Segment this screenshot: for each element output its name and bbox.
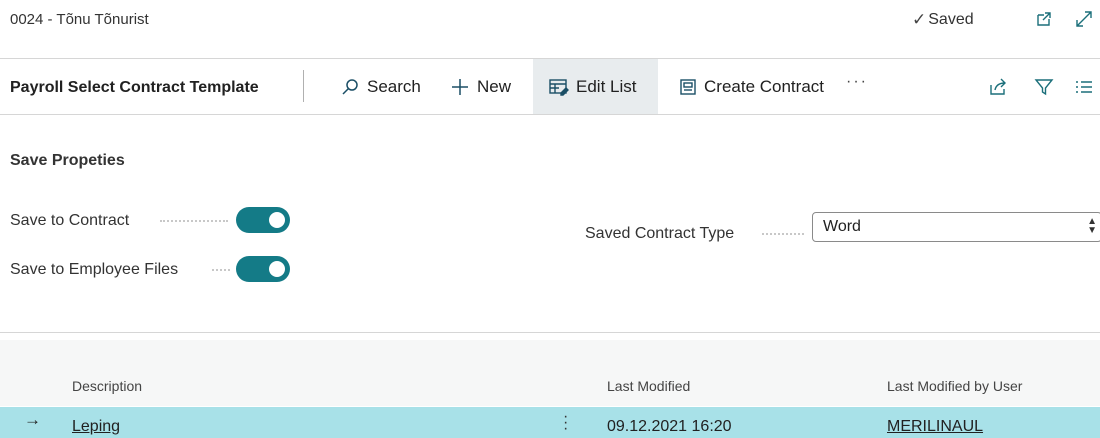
select-arrows-icon: ▲ ▼ xyxy=(1087,216,1097,236)
share-icon[interactable] xyxy=(988,77,1008,97)
save-to-employee-files-toggle[interactable] xyxy=(236,256,290,282)
field-leader-dots xyxy=(212,269,230,271)
row-actions-menu-icon[interactable]: · · · xyxy=(563,409,568,437)
saved-label: Saved xyxy=(928,11,974,28)
toggle-knob xyxy=(269,261,285,277)
search-icon xyxy=(340,77,360,97)
page-name: Payroll Select Contract Template xyxy=(10,79,259,96)
column-header-last-modified-by-user[interactable]: Last Modified by User xyxy=(887,378,1022,394)
record-title: 0024 - Tõnu Tõnurist xyxy=(10,11,149,28)
list-header-area xyxy=(0,340,1100,406)
edit-list-label: Edit List xyxy=(576,76,637,96)
toggle-knob xyxy=(269,212,285,228)
row-selected-arrow-icon: → xyxy=(24,410,41,429)
plus-icon xyxy=(450,77,470,97)
save-to-contract-label: Save to Contract xyxy=(10,212,130,229)
open-new-window-icon[interactable] xyxy=(1034,9,1054,29)
save-to-employee-files-label: Save to Employee Files xyxy=(10,261,179,278)
more-options-button[interactable]: ··· xyxy=(846,73,868,91)
separator xyxy=(303,70,304,102)
row-description-link[interactable]: Leping xyxy=(72,418,120,436)
saved-status: ✓ Saved xyxy=(912,10,974,30)
action-bar: Payroll Select Contract Template Search … xyxy=(0,58,1100,115)
section-divider xyxy=(0,332,1100,333)
search-label: Search xyxy=(367,76,421,96)
new-button[interactable]: New xyxy=(450,59,511,114)
check-icon: ✓ xyxy=(912,10,927,29)
filter-icon[interactable] xyxy=(1034,77,1054,97)
group-title: Save Propeties xyxy=(10,152,125,169)
list-view-icon[interactable] xyxy=(1074,77,1094,97)
create-contract-label: Create Contract xyxy=(704,76,824,96)
column-header-description[interactable]: Description xyxy=(72,378,142,394)
saved-contract-type-value: Word xyxy=(823,218,861,235)
edit-list-button[interactable]: Edit List xyxy=(533,59,658,114)
field-leader-dots xyxy=(160,220,228,222)
saved-contract-type-select[interactable]: Word ▲ ▼ xyxy=(812,212,1100,242)
row-user-link[interactable]: MERILINAUL xyxy=(887,418,983,436)
save-to-contract-toggle[interactable] xyxy=(236,207,290,233)
top-bar: 0024 - Tõnu Tõnurist ✓ Saved xyxy=(0,0,1100,42)
new-label: New xyxy=(477,76,512,96)
expand-icon[interactable] xyxy=(1074,9,1094,29)
saved-contract-type-label: Saved Contract Type xyxy=(585,225,735,242)
search-button[interactable]: Search xyxy=(340,59,421,114)
column-header-last-modified[interactable]: Last Modified xyxy=(607,378,690,394)
create-contract-button[interactable]: Create Contract xyxy=(679,59,824,114)
row-last-modified: 09.12.2021 16:20 xyxy=(607,418,732,435)
edit-list-icon xyxy=(549,78,569,96)
field-leader-dots xyxy=(762,233,804,235)
document-icon xyxy=(679,78,697,96)
